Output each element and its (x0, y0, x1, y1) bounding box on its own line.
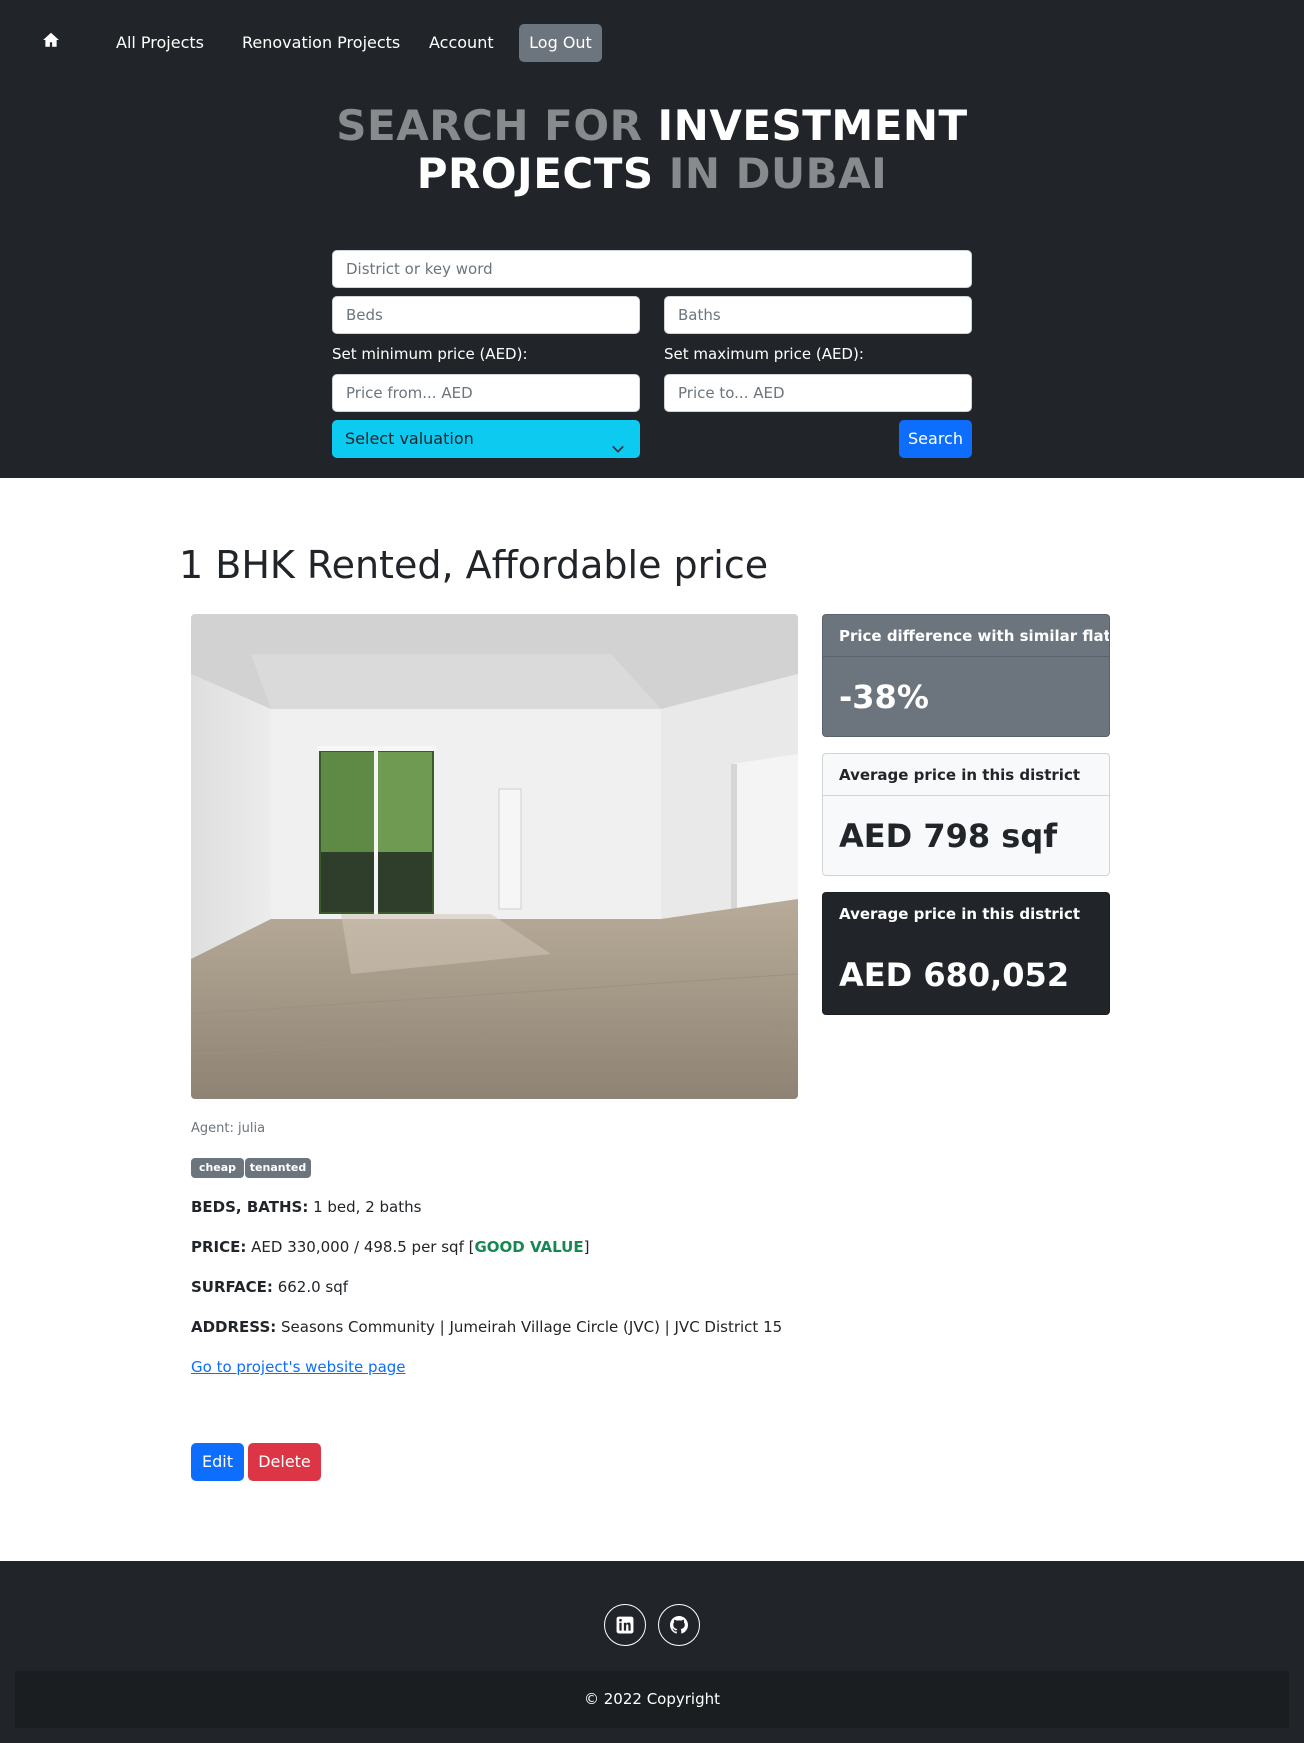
nav-link-account[interactable]: Account (429, 33, 494, 52)
logout-button[interactable]: Log Out (519, 24, 602, 62)
tag-badge: tenanted (245, 1158, 311, 1178)
baths-input[interactable]: Baths (664, 296, 972, 334)
surface-label: SURFACE: (191, 1278, 273, 1296)
github-icon[interactable] (658, 1604, 700, 1646)
card-value: -38% (839, 678, 929, 716)
price-rating: GOOD VALUE (474, 1238, 584, 1256)
nav-link-all-projects[interactable]: All Projects (116, 33, 204, 52)
address-label: ADDRESS: (191, 1318, 277, 1336)
site-header: All Projects Renovation Projects Account… (0, 0, 1304, 478)
keyword-input[interactable]: District or key word (332, 250, 972, 288)
surface-value: 662.0 sqf (272, 1278, 349, 1296)
card-value: AED 680,052 (839, 956, 1070, 994)
project-title: 1 BHK Rented, Affordable price (179, 543, 769, 587)
price-from-input[interactable]: Price from... AED (332, 374, 640, 412)
price-to-input[interactable]: Price to... AED (664, 374, 972, 412)
card-header: Average price in this district (839, 905, 1081, 923)
valuation-select[interactable]: Select valuation (332, 420, 640, 458)
address-info: ADDRESS: Seasons Community | Jumeirah Vi… (191, 1318, 782, 1336)
surface-info: SURFACE: 662.0 sqf (191, 1278, 348, 1296)
price-value: AED 330,000 / 498.5 per sqf [ (246, 1238, 475, 1256)
card-value: AED 798 sqf (839, 817, 1058, 855)
avg-sqf-price-card: Average price in this district AED 798 s… (822, 753, 1110, 876)
nav-link-renovation-projects[interactable]: Renovation Projects (242, 33, 400, 52)
beds-baths-value: 1 bed, 2 baths (308, 1198, 422, 1216)
valuation-select-value: Select valuation (345, 429, 474, 448)
chevron-down-icon (611, 433, 625, 453)
min-price-label: Set minimum price (AED): (332, 345, 528, 363)
hero-text-dim: SEARCH FOR (336, 101, 658, 150)
project-photo (191, 614, 798, 1099)
delete-button[interactable]: Delete (248, 1443, 321, 1481)
copyright: © 2022 Copyright (15, 1671, 1289, 1728)
edit-button[interactable]: Edit (191, 1443, 244, 1481)
price-info: PRICE: AED 330,000 / 498.5 per sqf [GOOD… (191, 1238, 589, 1256)
address-value: Seasons Community | Jumeirah Village Cir… (276, 1318, 783, 1336)
max-price-label: Set maximum price (AED): (664, 345, 864, 363)
card-header: Average price in this district (823, 754, 1109, 796)
project-website-link[interactable]: Go to project's website page (191, 1358, 406, 1376)
hero-text-dim: IN DUBAI (653, 149, 888, 198)
beds-baths-info: BEDS, BATHS: 1 bed, 2 baths (191, 1198, 421, 1216)
agent-name: Agent: julia (191, 1121, 266, 1136)
price-label: PRICE: (191, 1238, 247, 1256)
tag-badge: cheap (191, 1158, 244, 1178)
house-icon[interactable] (42, 31, 62, 51)
card-header: Price difference with similar flats (823, 615, 1109, 657)
navbar: All Projects Renovation Projects Account… (0, 0, 1304, 88)
hero-text-bright: PROJECTS (416, 149, 654, 198)
price-close: ] (583, 1238, 590, 1256)
linkedin-icon[interactable] (604, 1604, 646, 1646)
hero-text-bright: INVESTMENT (657, 101, 968, 150)
beds-baths-label: BEDS, BATHS: (191, 1198, 309, 1216)
avg-price-card: Average price in this district AED 680,0… (822, 892, 1110, 1015)
price-difference-card: Price difference with similar flats -38% (822, 614, 1110, 737)
hero-title: SEARCH FOR INVESTMENT PROJECTS IN DUBAI (0, 102, 1304, 198)
beds-input[interactable]: Beds (332, 296, 640, 334)
search-button[interactable]: Search (899, 420, 972, 458)
